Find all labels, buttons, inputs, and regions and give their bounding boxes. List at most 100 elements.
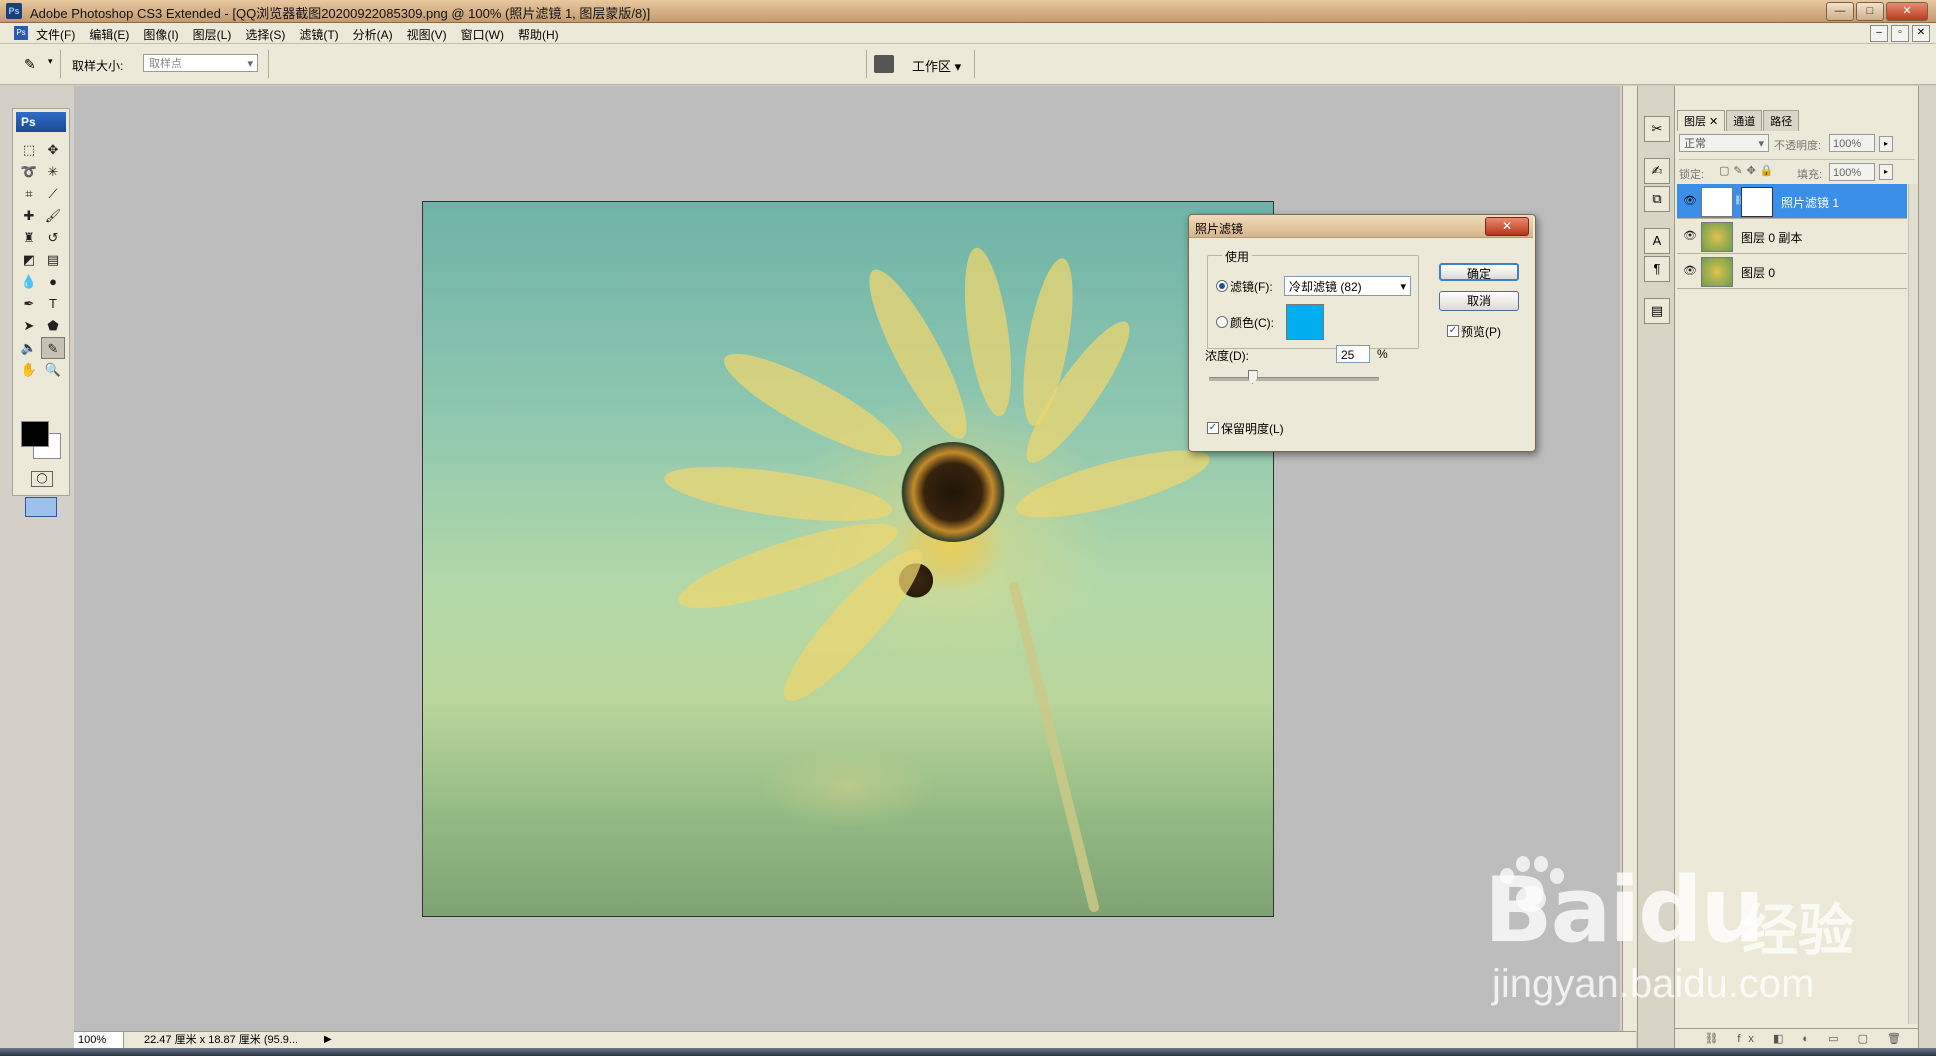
window-controls: — □ ✕	[1826, 2, 1928, 21]
maximize-button[interactable]: □	[1856, 2, 1884, 21]
magic-wand-tool-icon[interactable]: ✳	[41, 161, 65, 183]
menu-filter[interactable]: 滤镜(T)	[299, 26, 338, 43]
zoom-tool-icon[interactable]: 🔍	[41, 359, 65, 381]
layer-row-layer0[interactable]: 👁 图层 0	[1677, 254, 1907, 289]
visibility-eye-icon[interactable]: 👁	[1683, 264, 1697, 277]
title-bar: Ps Adobe Photoshop CS3 Extended - [QQ浏览器…	[0, 0, 1936, 23]
quick-mask-icon[interactable]: ◯	[31, 471, 53, 487]
zoom-level-field[interactable]: 100%	[74, 1032, 124, 1048]
window-title: Adobe Photoshop CS3 Extended - [QQ浏览器截图2…	[30, 6, 651, 21]
foreground-color-swatch[interactable]	[21, 421, 49, 447]
menu-image[interactable]: 图像(I)	[143, 26, 178, 43]
tab-paths[interactable]: 路径	[1763, 110, 1800, 131]
color-radio[interactable]	[1216, 316, 1228, 328]
menu-edit[interactable]: 编辑(E)	[89, 26, 129, 43]
layers-panel-tabs: 图层 ✕ 通道 路径	[1677, 110, 1800, 131]
marquee-tool-icon[interactable]: ⬚	[17, 139, 41, 161]
toolbox: Ps ⬚ ✥ ➰ ✳ ⌗ ⟋ ✚ 🖌 ♜ ↺ ◩ ▤ 💧 ● ✒ T ➤ ⬟ 🔈…	[12, 108, 70, 517]
photoshop-window: Ps Adobe Photoshop CS3 Extended - [QQ浏览器…	[0, 0, 1936, 1056]
color-swatch[interactable]	[1286, 304, 1324, 340]
adjustment-layer-thumbnail	[1701, 187, 1733, 217]
fill-slider-arrow-icon[interactable]: ▸	[1879, 164, 1893, 180]
close-button[interactable]: ✕	[1886, 2, 1928, 21]
blur-tool-icon[interactable]: 💧	[17, 271, 41, 293]
visibility-eye-icon[interactable]: 👁	[1683, 194, 1697, 207]
lock-label: 锁定:	[1679, 169, 1705, 181]
tab-layers-label: 图层	[1684, 116, 1706, 128]
pen-tool-icon[interactable]: ✒	[17, 293, 41, 315]
panel-edge-strip	[1918, 86, 1936, 1048]
layer-comps-icon[interactable]: ▤	[1644, 298, 1670, 324]
lock-icons[interactable]: ▢✎✥🔒	[1719, 164, 1778, 177]
preserve-luminosity-checkbox[interactable]: ✓	[1207, 422, 1219, 434]
hand-tool-icon[interactable]: ✋	[17, 359, 41, 381]
clone-stamp-tool-icon[interactable]: ♜	[17, 227, 41, 249]
gradient-tool-icon[interactable]: ▤	[41, 249, 65, 271]
paragraph-icon[interactable]: ¶	[1644, 256, 1670, 282]
layer-row-photo-filter[interactable]: 👁 ⛓ 照片滤镜 1	[1677, 184, 1907, 219]
lasso-tool-icon[interactable]: ➰	[17, 161, 41, 183]
move-tool-icon[interactable]: ✥	[41, 139, 65, 161]
density-slider-thumb[interactable]	[1247, 370, 1258, 384]
doc-minimize-button[interactable]: –	[1870, 25, 1888, 42]
tool-presets-icon[interactable]: ✂	[1644, 116, 1670, 142]
character-icon[interactable]: A	[1644, 228, 1670, 254]
lock-fill-row: 锁定: ▢✎✥🔒 填充: 100% ▸	[1679, 159, 1915, 182]
path-selection-tool-icon[interactable]: ➤	[17, 315, 41, 337]
opacity-slider-arrow-icon[interactable]: ▸	[1879, 136, 1893, 152]
sample-size-select[interactable]: 取样点	[143, 54, 258, 73]
doc-close-button[interactable]: ✕	[1912, 25, 1930, 42]
healing-brush-tool-icon[interactable]: ✚	[17, 205, 41, 227]
layers-panel-footer-icons[interactable]: ⛓ fx ◧ ◐ ▭ ▢ 🗑	[1675, 1028, 1919, 1048]
menu-window[interactable]: 窗口(W)	[461, 26, 504, 43]
baidu-watermark: Baidu 经验 jingyan.baidu.com	[1484, 838, 1914, 1018]
eyedropper-tool-icon[interactable]: ✎	[41, 337, 65, 359]
menu-help[interactable]: 帮助(H)	[518, 26, 559, 43]
menu-analysis[interactable]: 分析(A)	[353, 26, 393, 43]
brush-tool-icon[interactable]: 🖌	[41, 205, 65, 227]
filter-select[interactable]: 冷却滤镜 (82)	[1284, 276, 1411, 297]
menu-layer[interactable]: 图层(L)	[193, 26, 232, 43]
density-slider-track[interactable]	[1209, 377, 1379, 381]
eyedropper-tool-preset-icon[interactable]: ✎	[24, 56, 53, 72]
brushes-icon[interactable]: ✍	[1644, 158, 1670, 184]
crop-tool-icon[interactable]: ⌗	[17, 183, 41, 205]
clone-source-icon[interactable]: ⧉	[1644, 186, 1670, 212]
layer-row-layer0-copy[interactable]: 👁 图层 0 副本	[1677, 219, 1907, 254]
screen-mode-icon[interactable]	[25, 497, 57, 517]
fill-field[interactable]: 100%	[1829, 163, 1875, 181]
dodge-tool-icon[interactable]: ●	[41, 271, 65, 293]
dialog-title-bar[interactable]: 照片滤镜 ✕	[1189, 215, 1533, 238]
layer-mask-thumbnail[interactable]	[1741, 187, 1773, 217]
menu-view[interactable]: 视图(V)	[407, 26, 447, 43]
preview-checkbox[interactable]: ✓	[1447, 325, 1459, 337]
density-input[interactable]: 25	[1336, 345, 1370, 363]
shape-tool-icon[interactable]: ⬟	[41, 315, 65, 337]
opacity-field[interactable]: 100%	[1829, 134, 1875, 152]
filter-radio[interactable]	[1216, 280, 1228, 292]
eraser-tool-icon[interactable]: ◩	[17, 249, 41, 271]
tab-layers[interactable]: 图层 ✕	[1677, 110, 1726, 131]
blend-mode-select[interactable]: 正常	[1679, 134, 1769, 153]
document-icon[interactable]: Ps	[14, 26, 28, 40]
menu-file[interactable]: 文件(F)	[36, 26, 75, 43]
dialog-close-button[interactable]: ✕	[1485, 217, 1529, 236]
fill-label: 填充:	[1797, 169, 1823, 181]
type-tool-icon[interactable]: T	[41, 293, 65, 315]
os-taskbar	[0, 1048, 1936, 1056]
slice-tool-icon[interactable]: ⟋	[41, 183, 65, 205]
use-group: 使用 滤镜(F): 冷却滤镜 (82) 颜色(C):	[1207, 248, 1419, 349]
flower-photo[interactable]	[422, 201, 1274, 917]
menu-select[interactable]: 选择(S)	[245, 26, 285, 43]
minimize-button[interactable]: —	[1826, 2, 1854, 21]
tab-channels[interactable]: 通道	[1726, 110, 1763, 131]
history-brush-tool-icon[interactable]: ↺	[41, 227, 65, 249]
cancel-button[interactable]: 取消	[1439, 291, 1519, 311]
ok-button[interactable]: 确定	[1439, 263, 1519, 281]
workspace-menu[interactable]: 工作区 ▾	[912, 56, 961, 75]
brush-palette-icon[interactable]	[874, 55, 894, 73]
notes-tool-icon[interactable]: 🔈	[17, 337, 41, 359]
status-menu-arrow-icon[interactable]: ▶	[324, 1032, 332, 1048]
visibility-eye-icon[interactable]: 👁	[1683, 229, 1697, 242]
doc-restore-button[interactable]: ▫	[1891, 25, 1909, 42]
